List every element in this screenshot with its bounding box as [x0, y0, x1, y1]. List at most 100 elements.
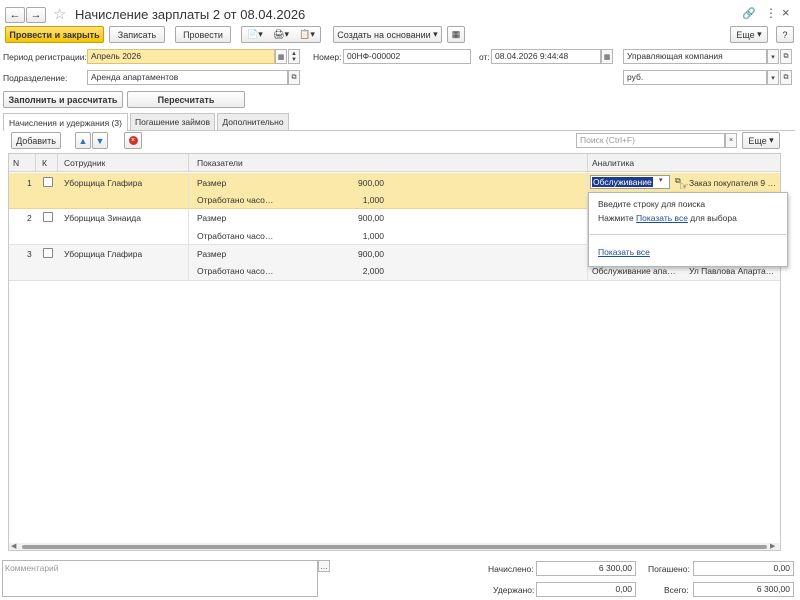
row-checkbox[interactable]: [43, 177, 53, 187]
currency-field[interactable]: руб.: [623, 70, 767, 85]
more-label: Еще: [736, 29, 755, 40]
number-label: Номер:: [313, 52, 342, 62]
comment-placeholder: Комментарий: [5, 563, 59, 573]
indicator-value[interactable]: 900,00: [300, 249, 384, 259]
indicator-name: Отработано часо…: [197, 231, 274, 241]
back-button[interactable]: ←: [5, 7, 25, 23]
analytics-service[interactable]: Обслуживание апа…: [592, 266, 684, 276]
currency-open-icon[interactable]: ⧉: [780, 70, 792, 85]
header-divider: [587, 154, 588, 172]
organization-dropdown-icon[interactable]: ▾: [767, 49, 779, 64]
indicator-name: Размер: [197, 249, 227, 259]
withheld-value: 0,00: [536, 582, 636, 597]
fill-and-calculate-button[interactable]: Заполнить и рассчитать: [3, 91, 123, 108]
tab-additional[interactable]: Дополнительно: [217, 113, 289, 130]
repaid-label: Погашено:: [648, 564, 690, 574]
row-number: 1: [27, 178, 32, 188]
link-icon[interactable]: 🔗: [742, 7, 756, 20]
analytics-edit-value[interactable]: Обслуживание: [592, 177, 653, 187]
row-checkbox[interactable]: [43, 212, 53, 222]
row-checkbox[interactable]: [43, 248, 53, 258]
indicator-value[interactable]: 2,000: [300, 266, 384, 276]
withheld-label: Удержано:: [493, 585, 535, 595]
organization-open-icon[interactable]: ⧉: [780, 49, 792, 64]
move-up-button[interactable]: ▲: [75, 132, 91, 149]
add-button[interactable]: Добавить: [11, 132, 61, 149]
popup-show-all-link[interactable]: Показать все: [598, 247, 650, 257]
printer-icon: 🖨▾: [273, 29, 289, 39]
indicator-value[interactable]: 1,000: [300, 231, 384, 241]
table-header: [9, 154, 780, 172]
currency-dropdown-icon[interactable]: ▾: [767, 70, 779, 85]
division-field[interactable]: Аренда апартаментов: [87, 70, 288, 85]
comment-expand-button[interactable]: …: [318, 560, 330, 572]
tab-accruals[interactable]: Начисления и удержания (3): [3, 113, 128, 131]
document-print-group[interactable]: 📄▾ 🖨▾ 📋▾: [241, 26, 321, 43]
move-down-button[interactable]: ▼: [92, 132, 108, 149]
search-clear-icon[interactable]: ×: [725, 133, 737, 148]
number-field[interactable]: 00НФ-000002: [343, 49, 471, 64]
total-label: Всего:: [664, 585, 689, 595]
header-n: N: [13, 158, 20, 168]
popup-hint-suffix: для выбора: [687, 213, 737, 223]
date-calendar-icon[interactable]: ▦: [601, 49, 613, 64]
repaid-value: 0,00: [693, 561, 794, 576]
chevron-down-icon: ▾: [433, 29, 438, 39]
period-stepper[interactable]: ▲ ▼: [288, 49, 300, 64]
accrued-label: Начислено:: [488, 564, 534, 574]
period-field[interactable]: Апрель 2026: [87, 49, 275, 64]
indicator-name: Отработано часо…: [197, 195, 274, 205]
popup-show-all-inline-link[interactable]: Показать все: [636, 213, 688, 223]
more-button[interactable]: Еще ▾: [730, 26, 768, 43]
save-button[interactable]: Записать: [109, 26, 165, 43]
favorite-star-icon[interactable]: ☆: [53, 5, 66, 23]
document-icon: 📄▾: [247, 29, 263, 39]
scroll-left-icon[interactable]: ◀: [11, 542, 16, 550]
indicator-name: Размер: [197, 178, 227, 188]
organization-field[interactable]: Управляющая компания: [623, 49, 767, 64]
menu-dots-icon[interactable]: ⋮: [765, 6, 777, 20]
header-analytics: Аналитика: [592, 158, 635, 168]
indicator-value[interactable]: 900,00: [300, 178, 384, 188]
indicator-value[interactable]: 1,000: [300, 195, 384, 205]
forward-button[interactable]: →: [26, 7, 46, 23]
scrollbar-thumb[interactable]: [22, 545, 767, 549]
header-k: К: [42, 158, 47, 168]
analytics-dropdown-icon[interactable]: ▾: [659, 176, 663, 184]
create-based-on-button[interactable]: Создать на основании ▾: [333, 26, 442, 43]
popup-divider: [590, 234, 786, 235]
delete-button[interactable]: ×: [124, 132, 142, 149]
close-icon[interactable]: ×: [782, 5, 790, 20]
row-number: 3: [27, 249, 32, 259]
column-divider: [188, 173, 189, 281]
analytics-order[interactable]: Заказ покупателя 9 …: [689, 178, 777, 188]
header-employee: Сотрудник: [64, 158, 106, 168]
structure-icon-button[interactable]: ▦: [447, 26, 465, 43]
table-more-label: Еще: [748, 135, 767, 146]
recalculate-button[interactable]: Пересчитать: [127, 91, 245, 108]
division-open-icon[interactable]: ⧉: [288, 70, 300, 85]
popup-hint-2: Нажмите Показать все для выбора: [598, 213, 737, 223]
scroll-right-icon[interactable]: ▶: [770, 542, 775, 550]
delete-icon: ×: [128, 136, 138, 145]
division-label: Подразделение:: [3, 73, 68, 83]
calendar-icon[interactable]: ▦: [275, 49, 287, 64]
total-value: 6 300,00: [693, 582, 794, 597]
employee-cell[interactable]: Уборщица Глафира: [64, 249, 142, 259]
date-label: от:: [479, 52, 490, 62]
indicator-value[interactable]: 900,00: [300, 213, 384, 223]
post-and-close-button[interactable]: Провести и закрыть: [5, 26, 104, 43]
employee-cell[interactable]: Уборщица Зинаида: [64, 213, 141, 223]
tab-loan-repayment[interactable]: Погашение займов: [130, 113, 215, 130]
period-label: Период регистрации:: [3, 52, 87, 62]
date-field[interactable]: 08.04.2026 9:44:48: [491, 49, 601, 64]
post-button[interactable]: Провести: [175, 26, 231, 43]
search-input[interactable]: Поиск (Ctrl+F): [576, 133, 725, 148]
help-button[interactable]: ?: [776, 26, 794, 43]
indicator-name: Размер: [197, 213, 227, 223]
indicator-name: Отработано часо…: [197, 266, 274, 276]
row-number: 2: [27, 213, 32, 223]
analytics-address[interactable]: Ул Павлова Апарта…: [689, 266, 777, 276]
table-more-button[interactable]: Еще ▾: [742, 132, 780, 149]
employee-cell[interactable]: Уборщица Глафира: [64, 178, 142, 188]
